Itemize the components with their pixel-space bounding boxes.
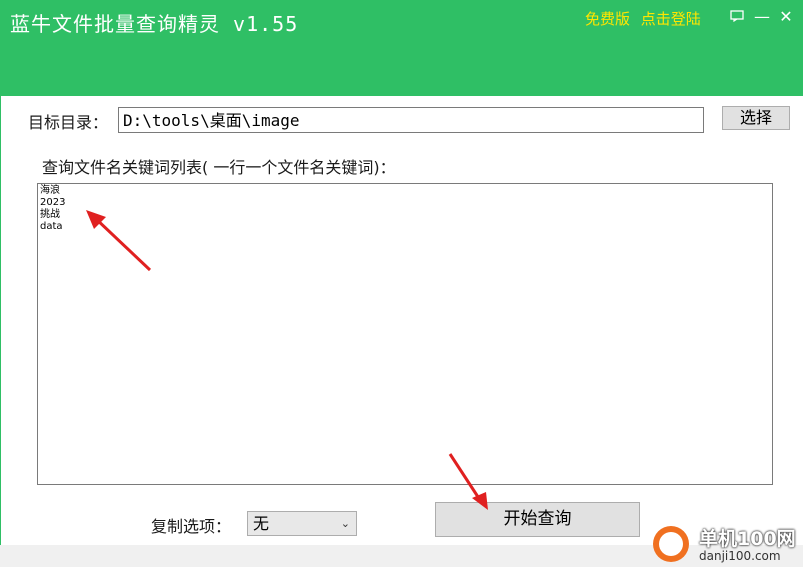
- title-bar: 蓝牛文件批量查询精灵 v1.55 免费版 点击登陆 — ✕: [0, 0, 803, 96]
- keyword-line: 2023: [40, 197, 66, 208]
- keyword-line: 挑战: [40, 209, 60, 220]
- feedback-icon[interactable]: [725, 6, 749, 28]
- target-directory-input[interactable]: D:\tools\桌面\image: [118, 107, 704, 133]
- keyword-line: data: [40, 221, 63, 232]
- keyword-line: 海浪: [40, 185, 60, 196]
- chat-bubble-icon: [730, 10, 744, 23]
- dir-label: 目标目录：: [28, 113, 109, 132]
- keywords-textarea[interactable]: 海浪 2023 挑战 data: [37, 183, 773, 485]
- watermark: 单机100网 danji100.com: [653, 522, 803, 567]
- watermark-site-name: 单机100网: [699, 528, 796, 550]
- site-logo-icon: [653, 526, 689, 562]
- watermark-site-url: danji100.com: [699, 549, 781, 563]
- minimize-button[interactable]: —: [750, 6, 774, 28]
- start-query-button[interactable]: 开始查询: [435, 502, 640, 537]
- free-version-link[interactable]: 免费版: [585, 10, 630, 28]
- chevron-down-icon: ⌄: [340, 517, 350, 530]
- copy-option-label: 复制选项：: [151, 517, 232, 536]
- window-title: 蓝牛文件批量查询精灵 v1.55: [10, 12, 299, 36]
- copy-option-value: 无: [253, 514, 270, 533]
- choose-button[interactable]: 选择: [722, 106, 790, 130]
- close-button[interactable]: ✕: [774, 6, 798, 28]
- header-links: 免费版 点击登陆: [585, 8, 707, 29]
- keywords-label: 查询文件名关键词列表( 一行一个文件名关键词)：: [42, 158, 396, 177]
- copy-option-select[interactable]: 无 ⌄: [247, 511, 357, 536]
- login-link[interactable]: 点击登陆: [641, 10, 701, 28]
